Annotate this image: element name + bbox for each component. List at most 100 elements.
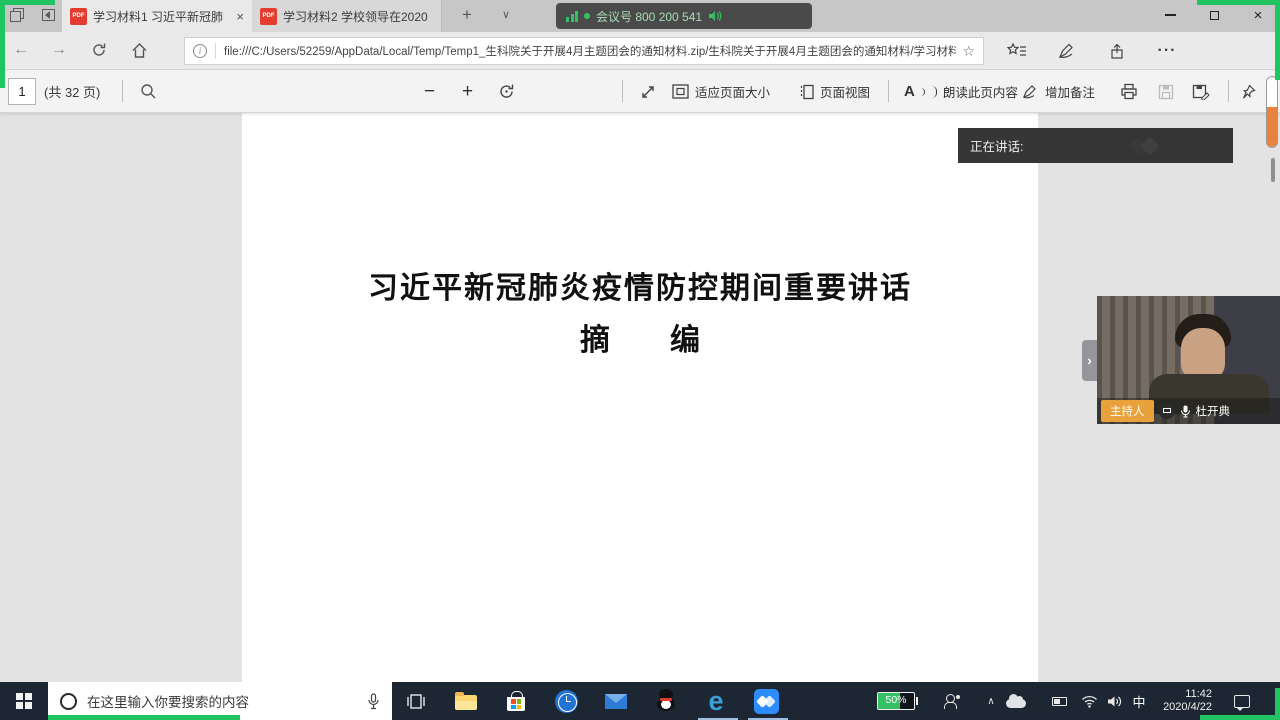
address-bar-input[interactable]: i file:///C:/Users/52259/AppData/Local/T… <box>184 37 984 65</box>
forward-button[interactable]: → <box>48 41 70 59</box>
people-icon <box>944 694 960 708</box>
onedrive-tray-button[interactable] <box>1002 682 1030 720</box>
set-tabs-aside-icon[interactable] <box>40 8 58 24</box>
meeting-logo-icon <box>754 689 779 714</box>
battery-percent: 50% <box>878 694 914 706</box>
tab-title: 学习材料1 习近平新冠肺 <box>93 8 230 25</box>
share-button[interactable] <box>1102 40 1132 62</box>
tab-learning-material-2[interactable]: PDF 学习材料2 学校领导在2020 <box>252 0 442 32</box>
save-button[interactable] <box>1158 70 1174 113</box>
read-aloud-button[interactable]: A 朗读此页内容 <box>904 70 1018 113</box>
ime-chinese-label: 中 <box>1132 692 1145 711</box>
tab-preview-icon[interactable] <box>10 8 28 24</box>
edge-logo-icon: e <box>708 688 723 715</box>
tab-learning-material-1[interactable]: PDF 学习材料1 习近平新冠肺 × <box>62 0 252 32</box>
participant-video-tile[interactable]: 主持人 杜开典 <box>1097 296 1280 424</box>
pdf-page: 习近平新冠肺炎疫情防控期间重要讲话 摘 编 <box>242 113 1038 682</box>
zoom-out-button[interactable]: − <box>424 70 435 113</box>
restore-icon <box>1210 11 1219 20</box>
document-title-line-1: 习近平新冠肺炎疫情防控期间重要讲话 <box>242 263 1038 307</box>
pdf-file-icon: PDF <box>70 8 87 25</box>
page-info-icon[interactable]: i <box>193 44 207 58</box>
pen-icon <box>1058 43 1076 59</box>
pdf-viewer-canvas: 习近平新冠肺炎疫情防控期间重要讲话 摘 编 <box>0 113 1280 682</box>
meeting-number-pill[interactable]: 会议号 800 200 541 <box>556 3 812 29</box>
scrollbar-indicator[interactable] <box>1266 76 1278 148</box>
minimize-button[interactable] <box>1148 0 1192 30</box>
qq-button[interactable] <box>644 682 688 720</box>
refresh-button[interactable] <box>88 42 110 63</box>
chevron-right-icon: › <box>1087 353 1091 368</box>
print-icon <box>1120 83 1138 100</box>
rotate-icon <box>498 83 515 100</box>
video-panel-expand-tab[interactable]: › <box>1082 340 1097 381</box>
page-view-icon <box>800 84 814 100</box>
fit-page-icon <box>672 84 689 99</box>
find-in-document-button[interactable] <box>140 70 157 113</box>
file-explorer-button[interactable] <box>444 682 488 720</box>
meeting-logo-watermark-icon <box>1123 135 1183 157</box>
new-tab-button[interactable]: + <box>462 5 472 25</box>
set-tabs-aside-arrow <box>45 11 50 19</box>
zoom-out-icon: − <box>424 81 435 103</box>
add-note-button[interactable]: 增加备注 <box>1022 70 1095 113</box>
microsoft-store-button[interactable] <box>494 682 538 720</box>
zoom-in-button[interactable]: + <box>462 70 473 113</box>
save-as-button[interactable] <box>1192 70 1210 113</box>
share-border-right-top <box>1275 0 1280 80</box>
pin-toolbar-button[interactable] <box>1240 70 1257 113</box>
fullscreen-button[interactable] <box>640 70 656 113</box>
participant-name: 杜开典 <box>1196 403 1231 419</box>
web-note-button[interactable] <box>1052 40 1082 62</box>
search-placeholder-text: 在这里输入你要搜索的内容 <box>87 691 357 711</box>
network-tray-button[interactable] <box>1076 682 1102 720</box>
mail-envelope-icon <box>605 694 627 709</box>
print-button[interactable] <box>1120 70 1138 113</box>
search-mic-icon[interactable] <box>367 693 380 710</box>
minimize-icon <box>1165 14 1176 15</box>
volume-tray-button[interactable] <box>1102 682 1128 720</box>
browser-nav-bar: ← → i file:///C:/Users/52259/AppData/Loc… <box>0 32 1280 70</box>
task-view-icon <box>406 693 426 710</box>
store-bag-icon <box>507 697 525 711</box>
page-view-button[interactable]: 页面视图 <box>800 70 870 113</box>
speaker-icon <box>708 10 722 22</box>
tab-list-dropdown-icon[interactable]: ∨ <box>502 8 510 21</box>
alarms-clock-button[interactable] <box>544 682 588 720</box>
toolbar-divider <box>1228 80 1229 102</box>
address-divider <box>215 43 216 59</box>
tencent-meeting-button[interactable] <box>744 682 788 720</box>
page-number-input[interactable]: 1 <box>8 78 36 105</box>
start-button[interactable] <box>0 682 48 720</box>
add-favorite-star-icon[interactable]: ☆ <box>962 43 975 60</box>
back-button[interactable]: ← <box>10 41 32 59</box>
tab-title: 学习材料2 学校领导在2020 <box>283 8 433 25</box>
volume-icon <box>1107 695 1123 708</box>
toolbar-divider <box>888 80 889 102</box>
screen-share-status-icon <box>1159 403 1175 419</box>
people-button[interactable] <box>938 682 966 720</box>
more-options-button[interactable]: ··· <box>1152 40 1182 62</box>
fit-page-button[interactable]: 适应页面大小 <box>672 70 770 113</box>
hub-icon <box>1007 43 1027 59</box>
edge-button[interactable]: e <box>694 682 738 720</box>
ime-indicator[interactable]: 中 <box>1126 682 1152 720</box>
wifi-icon <box>1081 695 1098 708</box>
power-tray-button[interactable] <box>1046 682 1072 720</box>
show-hidden-icons-button[interactable]: ∧ <box>980 682 1002 720</box>
mail-button[interactable] <box>594 682 638 720</box>
add-note-label: 增加备注 <box>1045 82 1095 101</box>
task-view-button[interactable] <box>394 682 438 720</box>
read-aloud-wave-icon <box>932 86 937 98</box>
battery-level-indicator[interactable]: 50% <box>872 682 920 720</box>
toolbar-divider <box>122 80 123 102</box>
url-text: file:///C:/Users/52259/AppData/Local/Tem… <box>224 43 956 59</box>
refresh-icon <box>91 42 107 58</box>
home-button[interactable] <box>128 42 150 64</box>
toolbar-divider <box>622 80 623 102</box>
rotate-button[interactable] <box>498 70 515 113</box>
scrollbar-thumb[interactable] <box>1271 158 1275 182</box>
tab-close-icon[interactable]: × <box>236 9 244 24</box>
favorites-hub-button[interactable] <box>1002 40 1032 62</box>
note-pen-icon <box>1022 84 1039 99</box>
